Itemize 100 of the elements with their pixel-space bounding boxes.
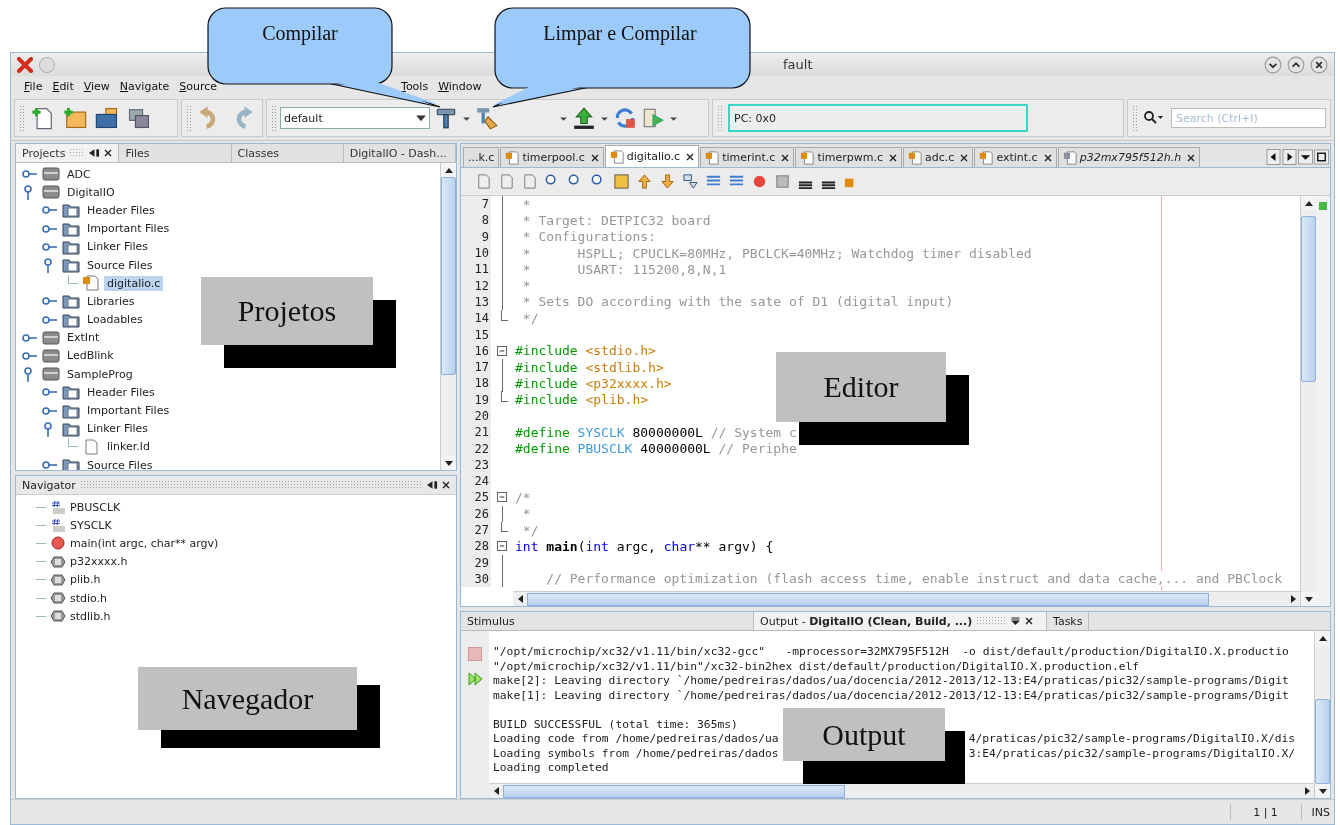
close-button[interactable] bbox=[442, 481, 450, 489]
hammer-icon[interactable] bbox=[434, 106, 458, 130]
configuration-dropdown[interactable]: default bbox=[280, 107, 430, 129]
editor-tab[interactable]: p32mx795f512h.h bbox=[1057, 147, 1201, 167]
editor-tab[interactable]: extint.c bbox=[974, 147, 1057, 167]
fold-toggle[interactable] bbox=[497, 345, 507, 356]
menu-item[interactable]: File bbox=[19, 79, 48, 93]
navigator-item[interactable]: stdio.h bbox=[70, 591, 108, 605]
shapes-icon[interactable] bbox=[682, 173, 699, 190]
minimize-button[interactable] bbox=[89, 149, 101, 157]
c-file-icon bbox=[979, 150, 994, 165]
tree-item[interactable]: Loadables bbox=[84, 312, 146, 328]
output-text: 3:E4/praticas/pic32/sample-programs/DigitalIO.X/ bbox=[968, 746, 1296, 761]
menu-icon[interactable] bbox=[1010, 617, 1022, 625]
menu-item[interactable]: Edit bbox=[47, 79, 79, 93]
editor-tab[interactable]: timerpwm.c bbox=[795, 147, 903, 167]
output-text: "/opt/microchip/xc32/v1.11/bin/xc32-gcc" -mprocessor=32MX795F512H -o dist/default/production/DigitalIO.X.productio bbox=[493, 645, 1289, 660]
tree-item[interactable]: Source Files bbox=[84, 257, 156, 273]
close-button[interactable] bbox=[889, 153, 898, 162]
minimize-button[interactable] bbox=[427, 481, 438, 489]
panel-tab[interactable]: Projects bbox=[16, 144, 120, 162]
tree-item[interactable]: LedBlink bbox=[64, 348, 117, 364]
scrollbar[interactable] bbox=[1300, 196, 1316, 606]
tree-item[interactable]: ADC bbox=[64, 166, 94, 182]
search-icon[interactable] bbox=[1143, 110, 1165, 126]
close-button[interactable] bbox=[781, 153, 790, 162]
tab-list-button[interactable] bbox=[1298, 149, 1313, 165]
upload-icon[interactable] bbox=[572, 106, 596, 130]
rerun-button[interactable] bbox=[467, 671, 483, 687]
navigator-item[interactable]: main(int argc, char** argv) bbox=[70, 536, 219, 550]
output-tab[interactable]: Tasks bbox=[1047, 612, 1090, 630]
tree-item[interactable]: SampleProg bbox=[64, 366, 136, 382]
folder-icon bbox=[62, 311, 80, 328]
navigator-item[interactable]: p32xxxx.h bbox=[70, 555, 128, 569]
scroll-right-button[interactable] bbox=[1282, 149, 1297, 165]
tree-item[interactable]: linker.ld bbox=[104, 439, 153, 455]
close-icon[interactable] bbox=[17, 56, 33, 73]
highlight-icon[interactable] bbox=[613, 173, 630, 190]
menu-item[interactable]: View bbox=[78, 79, 115, 93]
panel-tab[interactable]: DigitalIO - Dash... bbox=[343, 144, 456, 162]
scrollbar[interactable] bbox=[1314, 631, 1330, 798]
hammer-broom-icon[interactable] bbox=[475, 106, 499, 130]
editor-tab[interactable]: digitalio.c bbox=[604, 145, 700, 167]
search-field[interactable]: Search (Ctrl+I) bbox=[1171, 108, 1326, 128]
editor-tab[interactable]: ...k.c bbox=[463, 147, 500, 167]
close-button[interactable] bbox=[590, 153, 599, 162]
maximize-button[interactable] bbox=[1314, 149, 1329, 165]
close-button[interactable] bbox=[1043, 153, 1052, 162]
navigator-item[interactable]: stdlib.h bbox=[70, 609, 111, 623]
navigator-item[interactable]: PBUSCLK bbox=[70, 500, 121, 514]
tree-item[interactable]: Important Files bbox=[84, 403, 173, 419]
tree-item[interactable]: DigitalIO bbox=[64, 184, 118, 200]
navigator-item[interactable]: SYSCLK bbox=[70, 518, 112, 532]
fold-toggle[interactable] bbox=[497, 492, 507, 503]
minimize-button[interactable] bbox=[1264, 55, 1282, 74]
line-number: 8 bbox=[461, 212, 491, 229]
tree-item[interactable]: Libraries bbox=[84, 293, 138, 309]
tree-item[interactable]: Important Files bbox=[84, 221, 173, 237]
output-tab[interactable]: Output - DigitalIO (Clean, Build, ...) bbox=[754, 612, 1047, 630]
scrollbar[interactable] bbox=[513, 591, 1300, 606]
scrollbar[interactable] bbox=[440, 163, 456, 470]
window-title: fault bbox=[783, 57, 813, 72]
close-button[interactable] bbox=[686, 152, 695, 161]
editor-tab[interactable]: adc.c bbox=[903, 147, 974, 167]
tree-item[interactable]: Linker Files bbox=[84, 421, 152, 437]
tree-item[interactable]: digitalio.c bbox=[104, 275, 164, 291]
navigator-item[interactable]: plib.h bbox=[70, 573, 101, 587]
menu-item[interactable]: Tools bbox=[396, 79, 434, 93]
c-file-icon bbox=[609, 149, 624, 164]
fold-toggle[interactable] bbox=[497, 541, 507, 552]
output-text: BUILD SUCCESSFUL (total time: 365ms) bbox=[493, 717, 738, 732]
tree-item[interactable]: ExtInt bbox=[64, 330, 103, 346]
arrow-up-icon[interactable] bbox=[636, 173, 653, 190]
close-button[interactable] bbox=[960, 153, 969, 162]
close-button[interactable] bbox=[1310, 55, 1328, 74]
hash-icon bbox=[50, 518, 66, 533]
reset-icon[interactable] bbox=[613, 106, 637, 130]
tree-item[interactable]: Header Files bbox=[84, 384, 158, 400]
close-button[interactable] bbox=[1025, 617, 1034, 625]
menu-item[interactable]: Source bbox=[174, 79, 222, 93]
editor-tab[interactable]: timerint.c bbox=[700, 147, 795, 167]
close-button[interactable] bbox=[1187, 153, 1196, 162]
open-project-icon[interactable] bbox=[94, 105, 120, 131]
c-file-icon bbox=[908, 150, 923, 165]
menu-item[interactable]: Navigate bbox=[114, 79, 175, 93]
tree-item[interactable]: Header Files bbox=[84, 202, 158, 218]
new-project-icon[interactable] bbox=[62, 105, 88, 131]
panel-tab[interactable]: Files bbox=[119, 144, 232, 162]
arrow-down-icon[interactable] bbox=[659, 173, 676, 190]
menu-item[interactable]: Window bbox=[433, 79, 487, 93]
panel-tab[interactable]: Classes bbox=[231, 144, 344, 162]
line-number: 21 bbox=[461, 424, 491, 441]
scrollbar[interactable] bbox=[489, 783, 1314, 798]
editor-tab[interactable]: timerpool.c bbox=[500, 147, 604, 167]
close-button[interactable] bbox=[104, 149, 113, 157]
tree-item[interactable]: Linker Files bbox=[84, 239, 152, 255]
scroll-left-button[interactable] bbox=[1266, 149, 1281, 165]
maximize-button[interactable] bbox=[1287, 55, 1305, 74]
record-icon[interactable] bbox=[751, 173, 768, 190]
tree-item[interactable]: Source Files bbox=[84, 457, 156, 470]
